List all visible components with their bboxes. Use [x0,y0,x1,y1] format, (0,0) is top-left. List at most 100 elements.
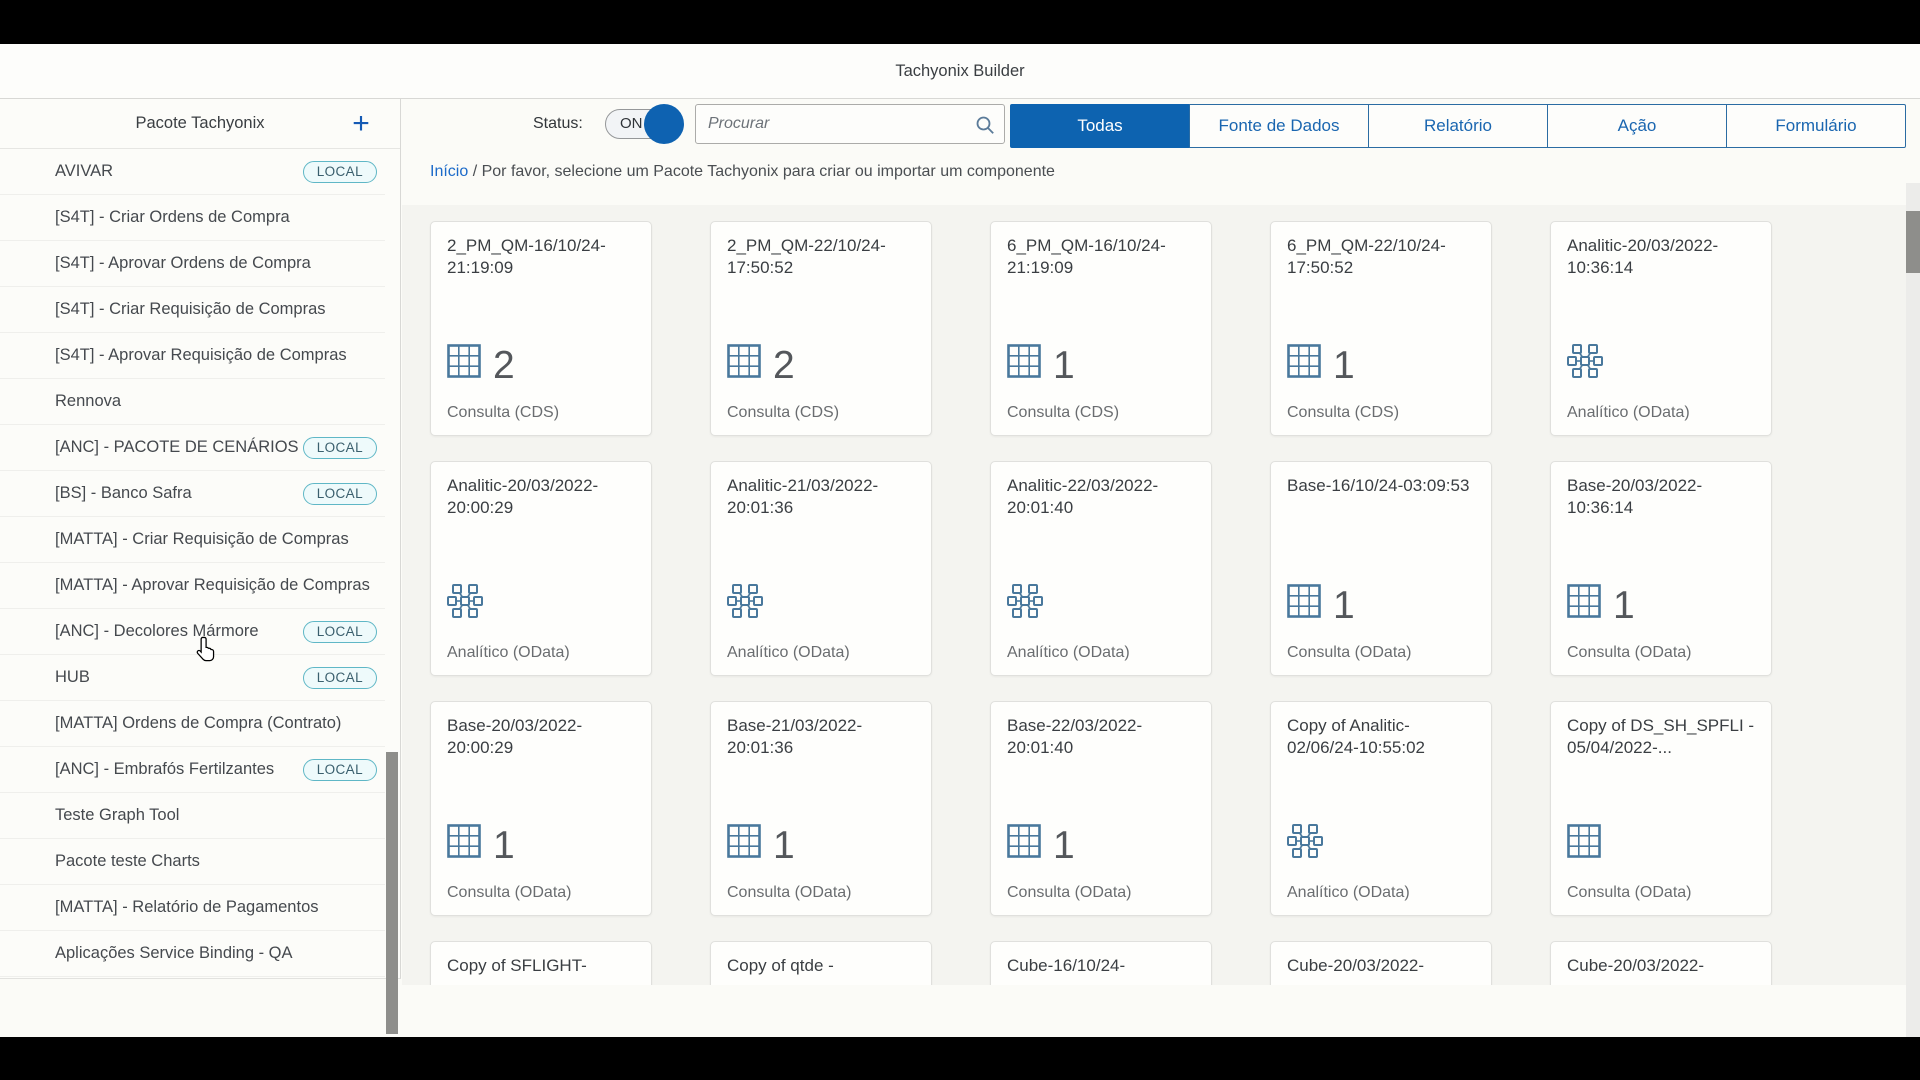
sidebar-item-label: Teste Graph Tool [55,806,179,825]
sidebar-item[interactable]: [ANC] - Embrafós FertilzantesLOCAL [0,747,385,793]
sidebar-item[interactable]: Rennova [0,379,385,425]
card-icon-row [727,584,763,623]
component-card[interactable]: 6_PM_QM-22/10/24-17:50:521Consulta (CDS) [1270,221,1492,436]
card-icon-row: 1 [447,824,515,863]
sidebar-item[interactable]: [MATTA] - Criar Requisição de Compras [0,517,385,563]
main-scrollbar-thumb[interactable] [1906,211,1920,273]
search-icon[interactable] [975,115,995,140]
component-card[interactable]: Base-20/03/2022-10:36:141Consulta (OData… [1550,461,1772,676]
components-grid: 2_PM_QM-16/10/24-21:19:092Consulta (CDS)… [402,205,1906,985]
card-icon-row: 1 [1007,344,1075,383]
sidebar-item[interactable]: [S4T] - Aprovar Ordens de Compra [0,241,385,287]
search-input[interactable] [708,106,968,142]
component-card[interactable]: 2_PM_QM-16/10/24-21:19:092Consulta (CDS) [430,221,652,436]
toggle-knob[interactable] [644,104,684,144]
component-card[interactable]: Copy of qtde - [710,941,932,985]
sidebar-item[interactable]: [S4T] - Aprovar Requisição de Compras [0,333,385,379]
card-type-label: Analítico (OData) [727,644,850,662]
card-type-label: Analítico (OData) [1287,884,1410,902]
component-card[interactable]: 6_PM_QM-16/10/24-21:19:091Consulta (CDS) [990,221,1212,436]
sidebar-item-label: [S4T] - Aprovar Requisição de Compras [55,346,347,365]
card-icon-row: 2 [727,344,795,383]
component-card[interactable]: Analitic-20/03/2022-10:36:14Analítico (O… [1550,221,1772,436]
card-icon-row: 1 [1287,584,1355,623]
tab-a-o[interactable]: Ação [1547,104,1727,148]
tab-formul-rio[interactable]: Formulário [1726,104,1906,148]
card-type-label: Consulta (OData) [1007,884,1132,902]
card-title: Base-20/03/2022-20:00:29 [431,702,651,760]
component-card[interactable]: Analitic-20/03/2022-20:00:29 Analítico (O… [430,461,652,676]
grid-icon [1287,344,1321,383]
tab-fonte-de-dados[interactable]: Fonte de Dados [1189,104,1369,148]
component-card[interactable]: Base-20/03/2022-20:00:291Consulta (OData… [430,701,652,916]
sidebar-item[interactable]: Pacote teste Charts [0,839,385,885]
component-card[interactable]: Base-22/03/2022-20:01:401Consulta (OData… [990,701,1212,916]
component-card[interactable]: Cube-20/03/2022- [1270,941,1492,985]
component-card[interactable]: Cube-16/10/24- [990,941,1212,985]
breadcrumb-home-link[interactable]: Início [430,163,468,180]
card-type-label: Analítico (OData) [447,644,570,662]
component-card[interactable]: 2_PM_QM-22/10/24-17:50:52 2 Consulta (CDS) [710,221,932,436]
tab-todas[interactable]: Todas [1010,104,1190,148]
card-icon-row [1567,344,1603,383]
card-title: 2_PM_QM-16/10/24-21:19:09 [431,222,651,280]
card-type-label: Consulta (OData) [1287,644,1412,662]
add-package-button[interactable]: + [344,107,378,141]
grid-icon [1007,344,1041,383]
card-title: Copy of DS_SH_SPFLI - 05/04/2022-... [1551,702,1771,760]
card-icon-row: 1 [1287,344,1355,383]
card-count: 1 [773,829,795,863]
sidebar-item[interactable]: Teste Graph Tool [0,793,385,839]
molecule-icon [727,584,763,623]
card-type-label: Consulta (CDS) [727,404,839,422]
component-card[interactable]: Copy of DS_SH_SPFLI - 05/04/2022-...Cons… [1550,701,1772,916]
component-card[interactable]: Analitic-22/03/2022-20:01:40Analítico (O… [990,461,1212,676]
card-icon-row [1287,824,1323,863]
card-title: Cube-20/03/2022- [1551,942,1771,977]
card-type-label: Consulta (CDS) [1007,404,1119,422]
local-badge: LOCAL [303,161,377,183]
card-type-label: Analítico (OData) [1007,644,1130,662]
sidebar-item[interactable]: [S4T] - Criar Ordens de Compra [0,195,385,241]
sidebar-item[interactable]: AVIVARLOCAL [0,149,385,195]
sidebar-item[interactable]: [MATTA] Ordens de Compra (Contrato) [0,701,385,747]
grid-icon [1007,824,1041,863]
card-title: Base-21/03/2022-20:01:36 [711,702,931,760]
sidebar-item-label: Aplicações Service Binding - QA [55,944,293,963]
card-icon-row: 1 [727,824,795,863]
card-title: Base-20/03/2022-10:36:14 [1551,462,1771,520]
component-card[interactable]: Base-16/10/24-03:09:531Consulta (OData) [1270,461,1492,676]
molecule-icon [1567,344,1603,383]
component-card[interactable]: Base-21/03/2022-20:01:36 1 Consulta (OData… [710,701,932,916]
card-count: 1 [493,829,515,863]
sidebar-item[interactable]: Aplicações Service Binding - QA [0,931,385,977]
toggle-state-label: ON [620,115,643,132]
card-type-label: Consulta (OData) [727,884,852,902]
sidebar-item[interactable]: [ANC] - Decolores MármoreLOCAL [0,609,385,655]
sidebar-item[interactable]: HUBLOCAL [0,655,385,701]
component-card[interactable]: Copy of SFLIGHT- [430,941,652,985]
tab-relat-rio[interactable]: Relatório [1368,104,1548,148]
component-card[interactable]: Copy of Analitic-02/06/24-10:55:02Analít… [1270,701,1492,916]
sidebar-item[interactable]: [S4T] - Criar Requisição de Compras [0,287,385,333]
sidebar-item-label: [ANC] - PACOTE DE CENÁRIOS [55,438,299,457]
sidebar-scrollbar-thumb[interactable] [386,752,398,1034]
local-badge: LOCAL [303,667,377,689]
status-toggle[interactable]: ON [605,109,679,139]
local-badge: LOCAL [303,759,377,781]
sidebar-item[interactable]: [BS] - Banco SafraLOCAL [0,471,385,517]
molecule-icon [447,584,483,623]
sidebar-item[interactable]: [MATTA] - Relatório de Pagamentos [0,885,385,931]
grid-icon [1567,584,1601,623]
card-title: Analitic-20/03/2022-20:00:29 [431,462,651,520]
component-card[interactable]: Cube-20/03/2022- [1550,941,1772,985]
sidebar-item[interactable]: [MATTA] - Aprovar Requisição de Compras [0,563,385,609]
sidebar-item[interactable]: [ANC] - PACOTE DE CENÁRIOSLOCAL [0,425,385,471]
sidebar-item-label: [MATTA] Ordens de Compra (Contrato) [55,714,341,733]
card-title: 2_PM_QM-22/10/24-17:50:52 [711,222,931,280]
sidebar-item-label: Rennova [55,392,121,411]
local-badge: LOCAL [303,483,377,505]
card-type-label: Consulta (OData) [1567,644,1692,662]
card-icon-row [447,584,483,623]
component-card[interactable]: Analitic-21/03/2022-20:01:36Analítico (O… [710,461,932,676]
